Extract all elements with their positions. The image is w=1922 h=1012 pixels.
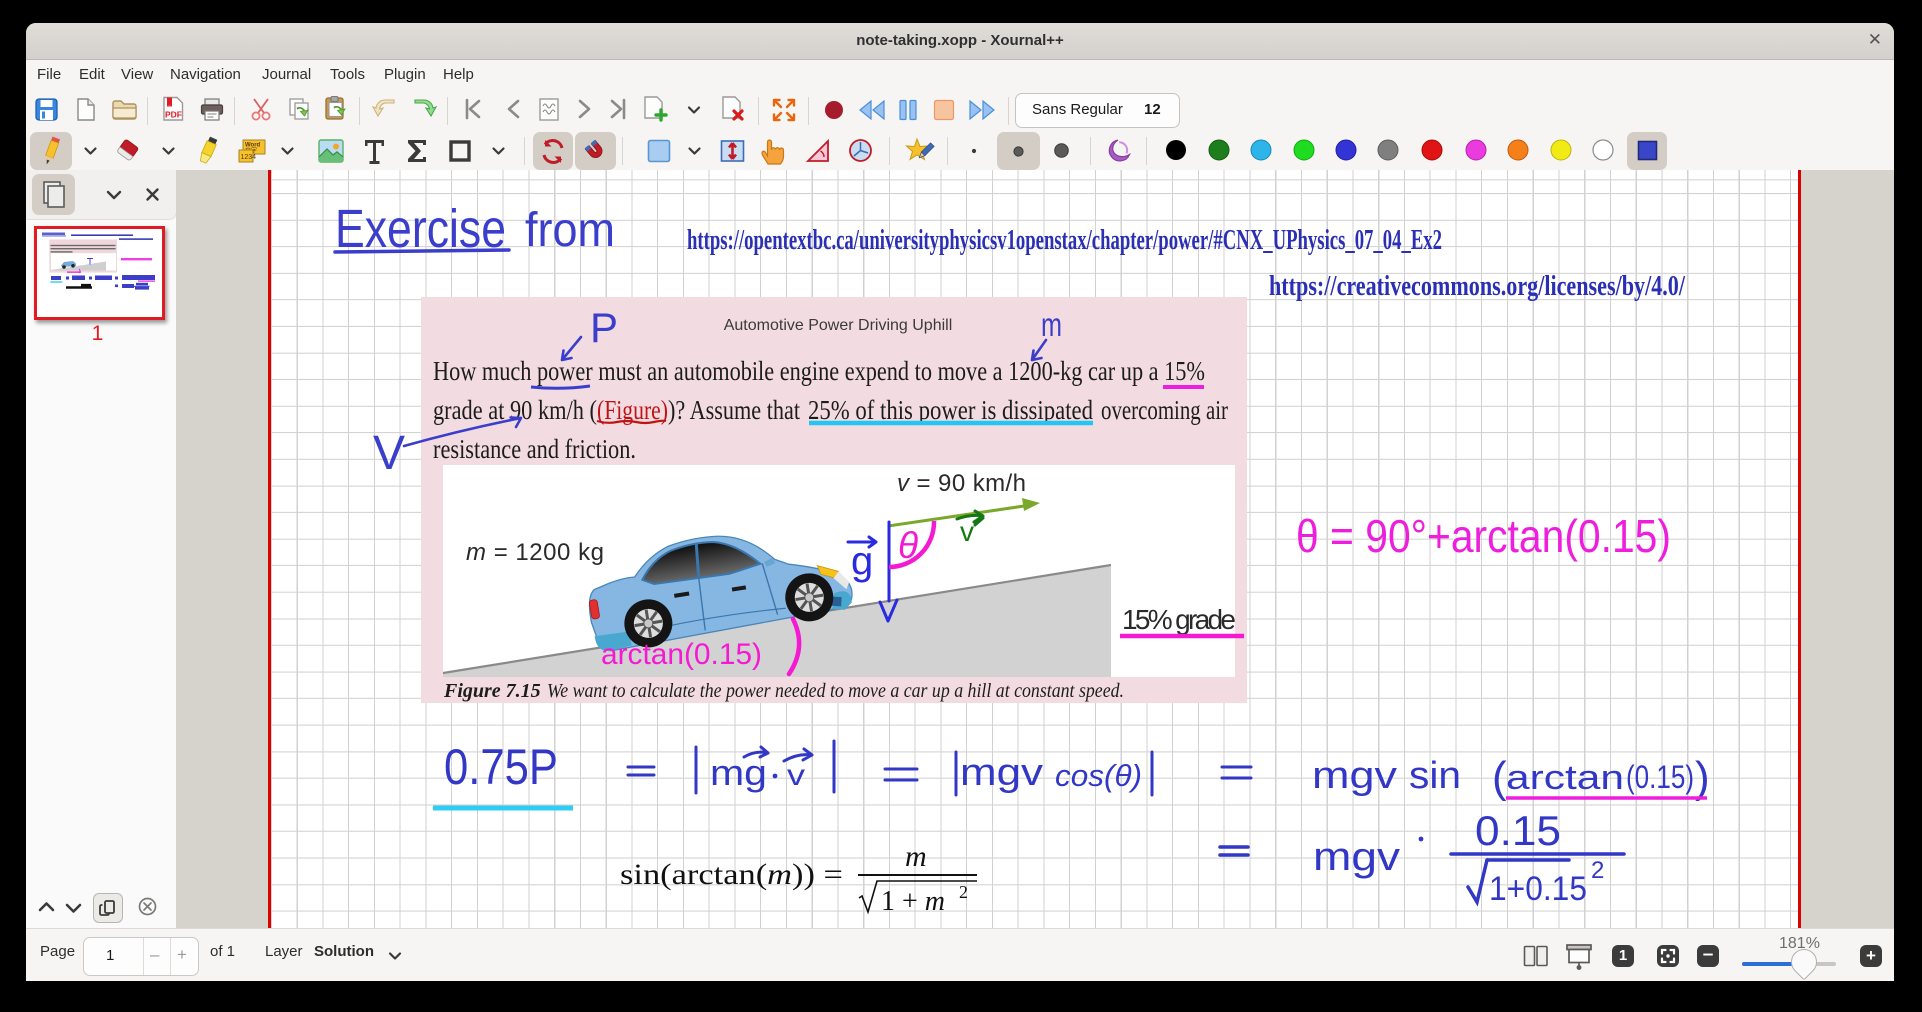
svg-text:P: P: [590, 304, 618, 351]
svg-text:θ = 90°+arctan(0.15): θ = 90°+arctan(0.15): [1296, 510, 1671, 562]
svg-text:How much power must an automob: How much power must an automobile engine…: [433, 356, 1205, 386]
svg-text:arctan: arctan: [1506, 759, 1624, 797]
svg-text:θ: θ: [898, 525, 918, 566]
svg-text:): ): [1695, 753, 1710, 802]
svg-text:mgv: mgv: [1312, 755, 1397, 797]
svg-text:25% of this power is dissipate: 25% of this power is dissipated: [808, 395, 1093, 425]
svg-text:)? Assume that: )? Assume that: [668, 395, 800, 425]
svg-text:1 + m: 1 + m: [881, 886, 945, 917]
svg-text:sin: sin: [1409, 755, 1461, 797]
svg-text:0.75P: 0.75P: [444, 739, 558, 795]
svg-text:v: v: [787, 759, 805, 792]
svg-text:1+0.15: 1+0.15: [1489, 870, 1587, 908]
svg-text:Figure 7.15: Figure 7.15: [443, 680, 541, 702]
svg-text:overcoming air: overcoming air: [1101, 395, 1228, 425]
svg-text:https://opentextbc.ca/universi: https://opentextbc.ca/universityphysicsv…: [687, 224, 1442, 256]
svg-text:2: 2: [1591, 857, 1604, 884]
svg-text:cos(θ): cos(θ): [1055, 758, 1142, 793]
svg-text:2: 2: [959, 882, 968, 902]
svg-text:https://creativecommons.org/li: https://creativecommons.org/licenses/by/…: [1269, 270, 1686, 302]
svg-text:sin(arctan(m)) =: sin(arctan(m)) =: [620, 858, 843, 891]
svg-text:m: m: [1041, 306, 1062, 343]
svg-text:We want to calculate the power: We want to calculate the power needed to…: [547, 680, 1124, 702]
svg-text:0.15: 0.15: [1475, 807, 1561, 854]
svg-text:g: g: [851, 539, 873, 583]
svg-text:(0.15): (0.15): [1626, 759, 1694, 795]
svg-text:1234: 1234: [241, 154, 257, 161]
svg-text:m: m: [905, 840, 927, 873]
svg-text:resistance and friction.: resistance and friction.: [433, 434, 636, 464]
svg-text:(: (: [1492, 753, 1507, 802]
svg-text:mgv: mgv: [1313, 835, 1400, 879]
svg-text:v: v: [960, 516, 974, 547]
svg-text:mg: mg: [710, 752, 767, 793]
svg-text:arctan(0.15): arctan(0.15): [601, 638, 762, 671]
svg-text:from: from: [525, 204, 615, 257]
svg-text:mgv: mgv: [960, 752, 1043, 794]
svg-text:Automotive Power Driving Uphil: Automotive Power Driving Uphill: [724, 317, 953, 334]
svg-text:V: V: [373, 427, 405, 480]
svg-text:PDF: PDF: [165, 110, 182, 120]
